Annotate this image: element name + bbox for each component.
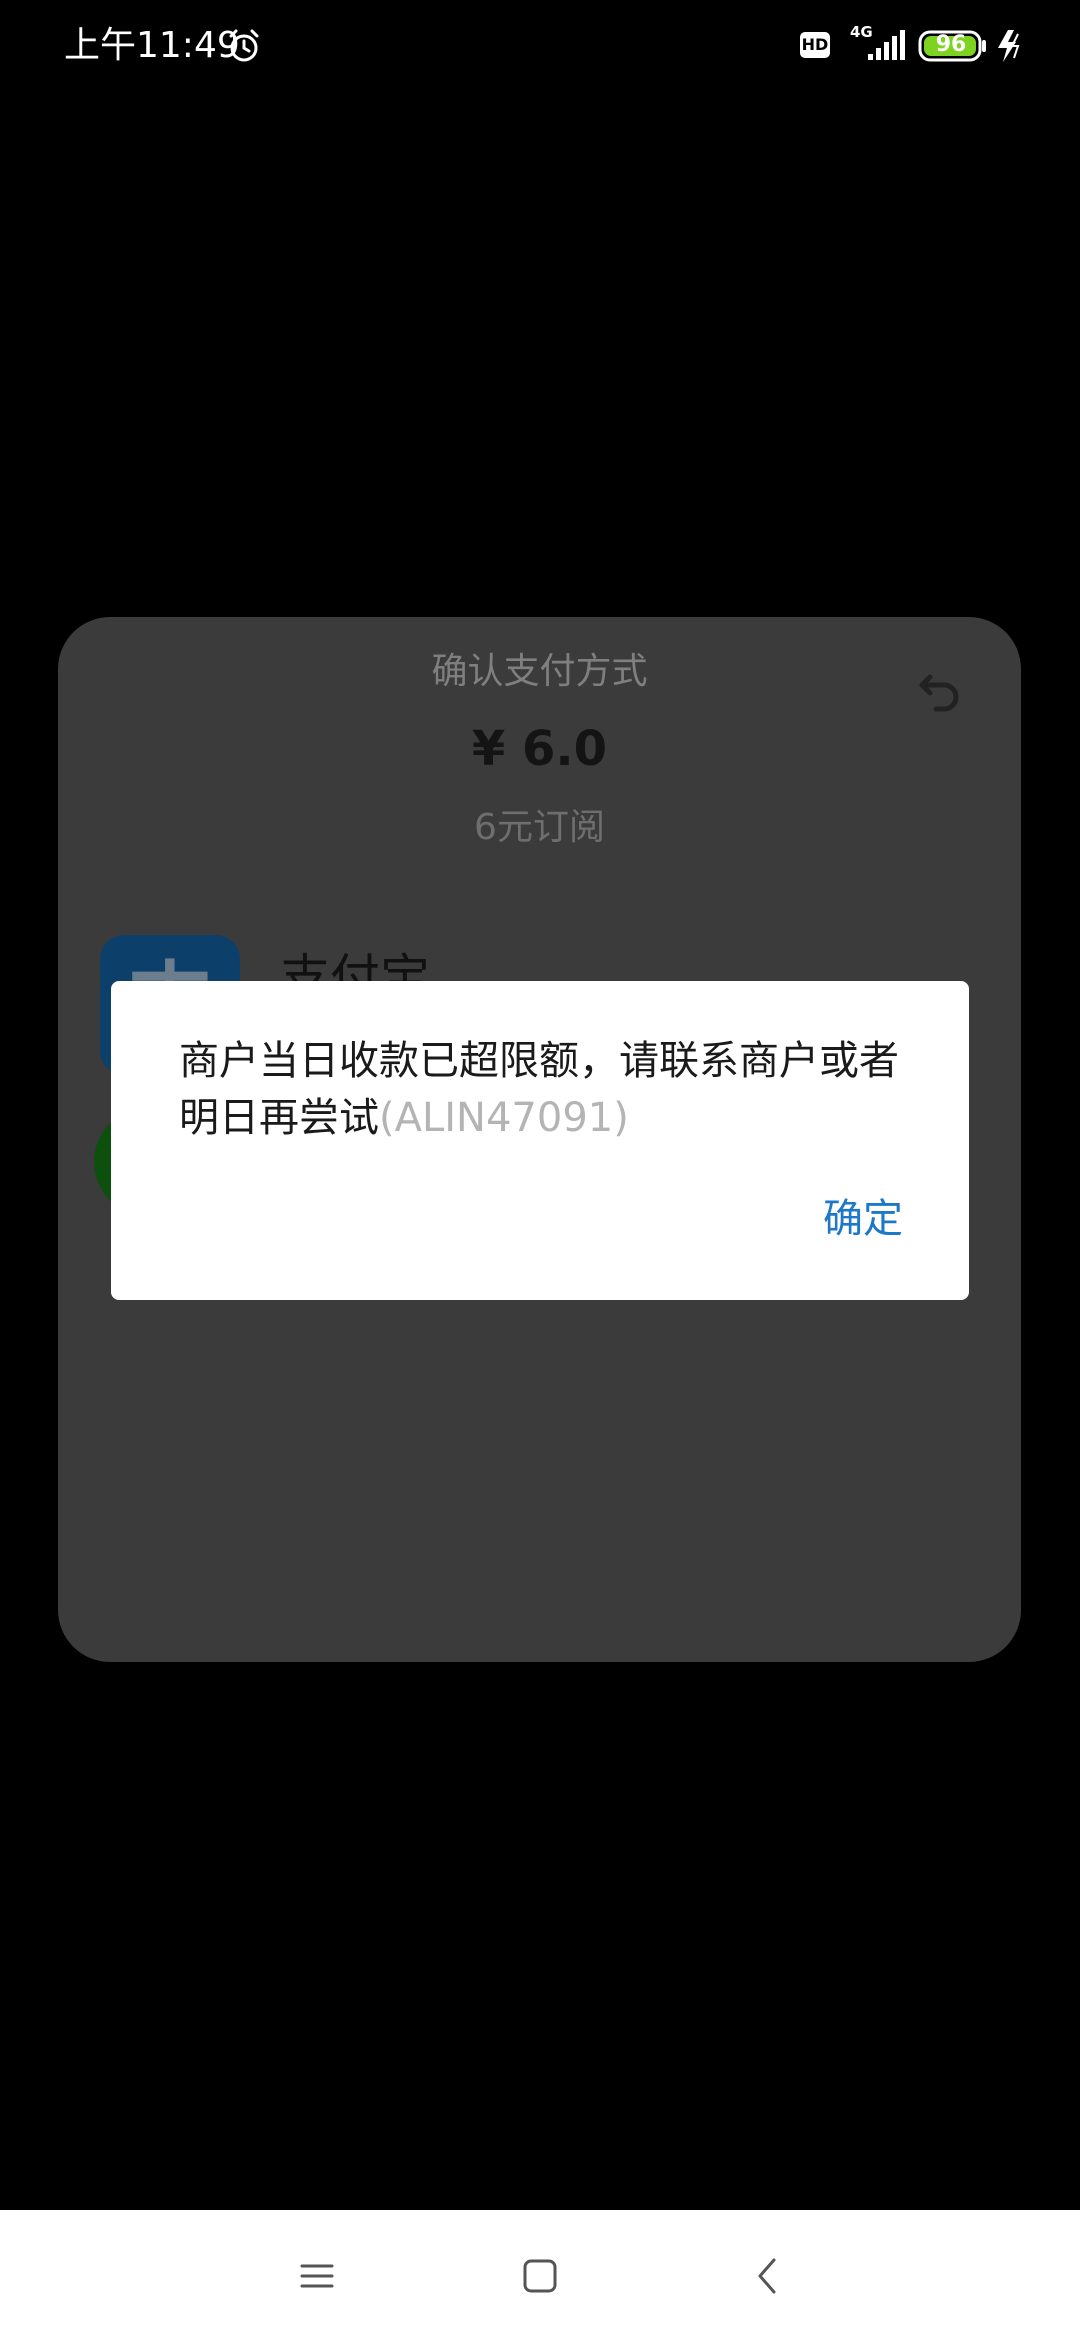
payment-amount: ¥ 6.0 bbox=[471, 721, 608, 777]
hd-voice-icon: HD bbox=[800, 32, 830, 58]
battery-level: 96 bbox=[935, 32, 967, 57]
status-bar: 上午11:49 HD 4G 96 bbox=[0, 0, 1080, 92]
error-code: (ALIN47091) bbox=[379, 1095, 629, 1141]
system-navigation-bar bbox=[0, 2210, 1080, 2340]
sheet-title: 确认支付方式 bbox=[431, 651, 648, 692]
undo-back-icon[interactable] bbox=[916, 665, 964, 713]
menu-icon[interactable] bbox=[287, 2246, 347, 2306]
alarm-clock-icon bbox=[229, 29, 259, 62]
payment-description: 6元订阅 bbox=[474, 807, 605, 848]
charging-icon bbox=[998, 30, 1020, 62]
home-icon[interactable] bbox=[510, 2246, 570, 2306]
back-icon[interactable] bbox=[738, 2246, 798, 2306]
dialog-message: 商户当日收款已超限额，请联系商户或者明日再尝试(ALIN47091) bbox=[179, 1033, 919, 1147]
status-time: 上午11:49 bbox=[64, 25, 240, 66]
error-dialog: 商户当日收款已超限额，请联系商户或者明日再尝试(ALIN47091) 确定 bbox=[111, 981, 969, 1300]
signal-strength-icon bbox=[868, 30, 905, 60]
confirm-button[interactable]: 确定 bbox=[823, 1191, 903, 1247]
